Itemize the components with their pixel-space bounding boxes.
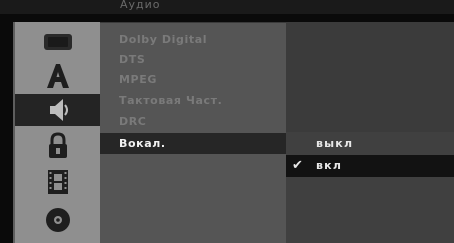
value-off[interactable]: выкл — [286, 133, 454, 155]
sidebar-item-video[interactable] — [15, 166, 100, 198]
values-panel-upper — [286, 22, 454, 132]
sidebar-item-display[interactable] — [15, 26, 100, 58]
tv-screen-icon — [43, 32, 73, 52]
value-off-label: выкл — [316, 137, 354, 150]
film-strip-icon — [45, 168, 71, 196]
audio-options-list: Dolby Digital DTS MPEG Тактовая Част. DR… — [100, 22, 286, 243]
padlock-icon — [45, 132, 71, 160]
vocal-values-panel: выкл ✔ вкл — [286, 22, 454, 243]
option-mpeg[interactable]: MPEG — [100, 69, 286, 90]
setup-menu-screen: Аудио Dolby Digital DTS MPEG Тактовая Ча… — [0, 0, 454, 243]
speaker-audio-icon — [44, 97, 72, 123]
value-on-label: вкл — [316, 159, 343, 172]
option-vocal[interactable]: Вокал. — [100, 133, 286, 154]
sidebar-item-lock[interactable] — [15, 130, 100, 162]
option-drc[interactable]: DRC — [100, 111, 286, 132]
sidebar-item-audio[interactable] — [15, 94, 100, 126]
language-a-icon — [44, 63, 72, 89]
sidebar-item-disc[interactable] — [15, 204, 100, 236]
menu-title: Аудио — [120, 0, 161, 10]
option-sample-frequency[interactable]: Тактовая Част. — [100, 90, 286, 111]
checkmark-icon: ✔ — [292, 158, 305, 173]
option-dts[interactable]: DTS — [100, 49, 286, 70]
value-on[interactable]: ✔ вкл — [286, 155, 454, 177]
category-sidebar — [13, 22, 100, 243]
option-dolby-digital[interactable]: Dolby Digital — [100, 29, 286, 50]
disc-icon — [44, 206, 72, 234]
sidebar-item-language[interactable] — [15, 60, 100, 92]
